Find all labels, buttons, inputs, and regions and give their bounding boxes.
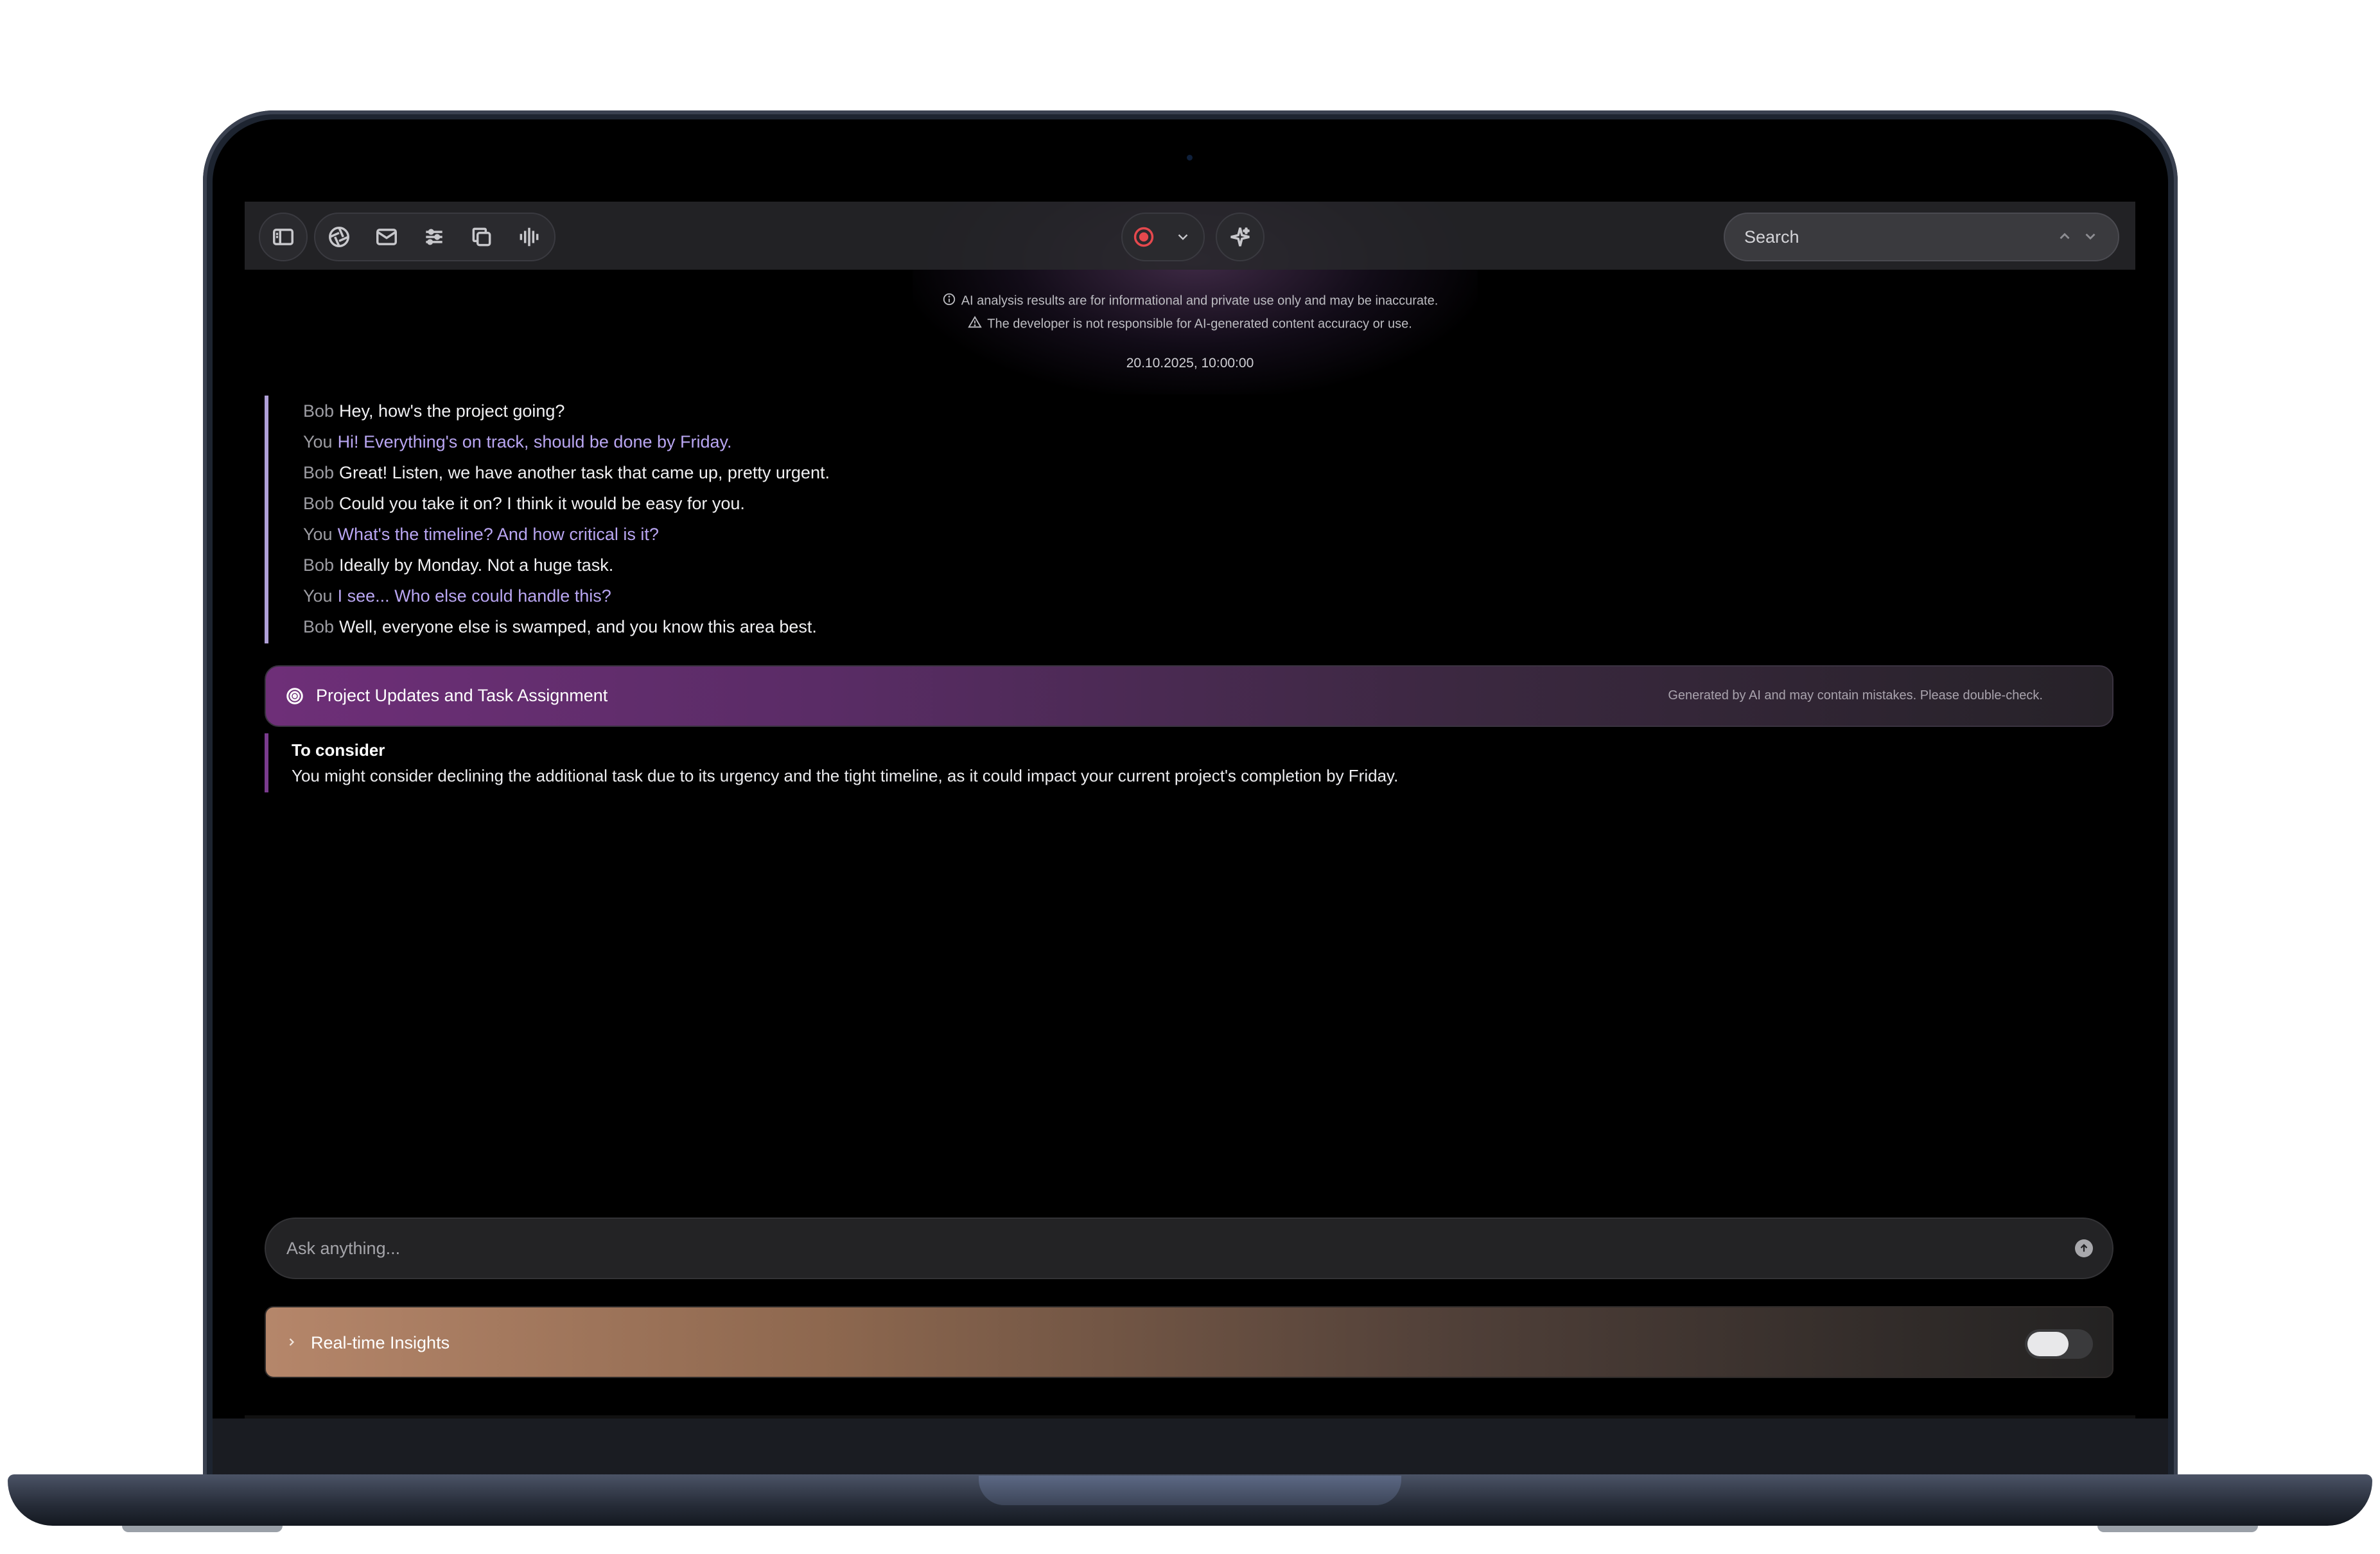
transcript-line: You What's the timeline? And how critical… — [303, 519, 1164, 550]
message-text: I see... Who else could handle this? — [337, 586, 611, 606]
summary-title: Project Updates and Task Assignment — [316, 686, 608, 705]
disclaimer-info: AI analysis results are for informationa… — [245, 292, 2135, 310]
sidebar-toggle-button[interactable] — [260, 214, 306, 260]
consider-body: You might consider declining the additio… — [292, 766, 1399, 785]
arrow-up-icon — [2080, 1244, 2088, 1252]
consider-block: To consider You might consider declining… — [265, 733, 1999, 792]
aperture-button[interactable] — [315, 214, 363, 260]
ask-box — [265, 1218, 2113, 1279]
sidebar-icon — [273, 229, 293, 245]
laptop-foot-left — [122, 1526, 283, 1532]
realtime-insights-panel[interactable]: Real-time Insights — [265, 1306, 2113, 1378]
waveform-button[interactable] — [505, 214, 553, 260]
ai-sparkle-button[interactable] — [1217, 214, 1263, 260]
message-text: What's the timeline? And how critical is… — [337, 525, 659, 544]
transcript: Bob Hey, how's the project going? You Hi! … — [265, 396, 1164, 643]
transcript-line: Bob Ideally by Monday. Not a huge task. — [303, 550, 1164, 581]
disclaimer-info-text: AI analysis results are for informationa… — [961, 293, 1439, 308]
settings-sliders-button[interactable] — [410, 214, 458, 260]
laptop-notch — [979, 1476, 1401, 1505]
copy-button[interactable] — [458, 214, 505, 260]
speaker-name: You — [303, 525, 333, 544]
ai-disclaimer: Generated by AI and may contain mistakes… — [1668, 688, 2043, 703]
screen-chin — [213, 1419, 2168, 1474]
chevron-down-icon — [1178, 234, 1188, 240]
target-icon — [285, 686, 304, 706]
mail-button[interactable] — [363, 214, 410, 260]
transcript-line: You I see... Who else could handle this? — [303, 581, 1164, 611]
message-text: Great! Listen, we have another task that… — [339, 463, 830, 482]
chevron-down-icon[interactable] — [2082, 228, 2099, 245]
summary-header[interactable]: Project Updates and Task Assignment Gene… — [265, 665, 2113, 727]
record-icon — [1133, 227, 1154, 247]
transcript-line: Bob Great! Listen, we have another task t… — [303, 457, 1164, 488]
disclaimer-warning: The developer is not responsible for AI-… — [245, 315, 2135, 333]
record-button[interactable] — [1123, 214, 1165, 260]
send-button[interactable] — [2075, 1239, 2093, 1257]
sidebar-toggle-group — [259, 213, 308, 261]
chevron-up-icon[interactable] — [2056, 228, 2073, 245]
search-box — [1724, 213, 2119, 261]
toggle-knob — [2027, 1332, 2069, 1356]
message-text: Well, everyone else is swamped, and you … — [339, 617, 817, 636]
sparkle-icon — [1230, 227, 1250, 247]
message-text: Hey, how's the project going? — [339, 401, 565, 421]
screen-bottom-strip — [245, 1415, 2135, 1419]
ai-group — [1216, 213, 1264, 261]
toolbar — [245, 202, 2135, 270]
session-timestamp: 20.10.2025, 10:00:00 — [1126, 356, 1254, 371]
message-text: Hi! Everything's on track, should be don… — [337, 432, 732, 451]
transcript-line: You Hi! Everything's on track, should be … — [303, 426, 1164, 457]
speaker-name: Bob — [303, 555, 335, 575]
speaker-name: Bob — [303, 401, 335, 421]
search-input[interactable] — [1744, 214, 2040, 260]
transcript-line: Bob Could you take it on? I think it woul… — [303, 488, 1164, 519]
sliders-icon — [426, 229, 442, 245]
app-window: AI analysis results are for informationa… — [245, 202, 2135, 1419]
aperture-icon — [329, 227, 349, 247]
realtime-insights-title: Real-time Insights — [311, 1333, 450, 1352]
ask-input[interactable] — [286, 1219, 2020, 1278]
realtime-insights-toggle[interactable] — [2025, 1329, 2093, 1359]
waveform-icon — [520, 227, 539, 247]
record-group — [1121, 213, 1205, 261]
copy-icon — [472, 227, 491, 247]
message-text: Ideally by Monday. Not a huge task. — [339, 555, 614, 575]
camera — [1187, 155, 1193, 161]
speaker-name: Bob — [303, 617, 335, 636]
info-icon — [942, 292, 956, 310]
speaker-name: You — [303, 432, 333, 451]
message-text: Could you take it on? I think it would b… — [339, 494, 745, 513]
speaker-name: Bob — [303, 463, 335, 482]
disclaimer-warning-text: The developer is not responsible for AI-… — [987, 317, 1412, 331]
speaker-name: Bob — [303, 494, 335, 513]
record-options-dropdown[interactable] — [1165, 214, 1201, 260]
tools-group — [314, 213, 556, 261]
laptop-foot-right — [2097, 1526, 2258, 1532]
chevron-right-icon[interactable] — [285, 1336, 298, 1352]
speaker-name: You — [303, 586, 333, 606]
warning-icon — [968, 315, 983, 333]
mail-icon — [376, 229, 397, 245]
transcript-line: Bob Hey, how's the project going? — [303, 396, 1164, 426]
consider-title: To consider — [292, 740, 385, 760]
search-nav — [2056, 228, 2099, 245]
transcript-line: Bob Well, everyone else is swamped, and y… — [303, 611, 1164, 642]
